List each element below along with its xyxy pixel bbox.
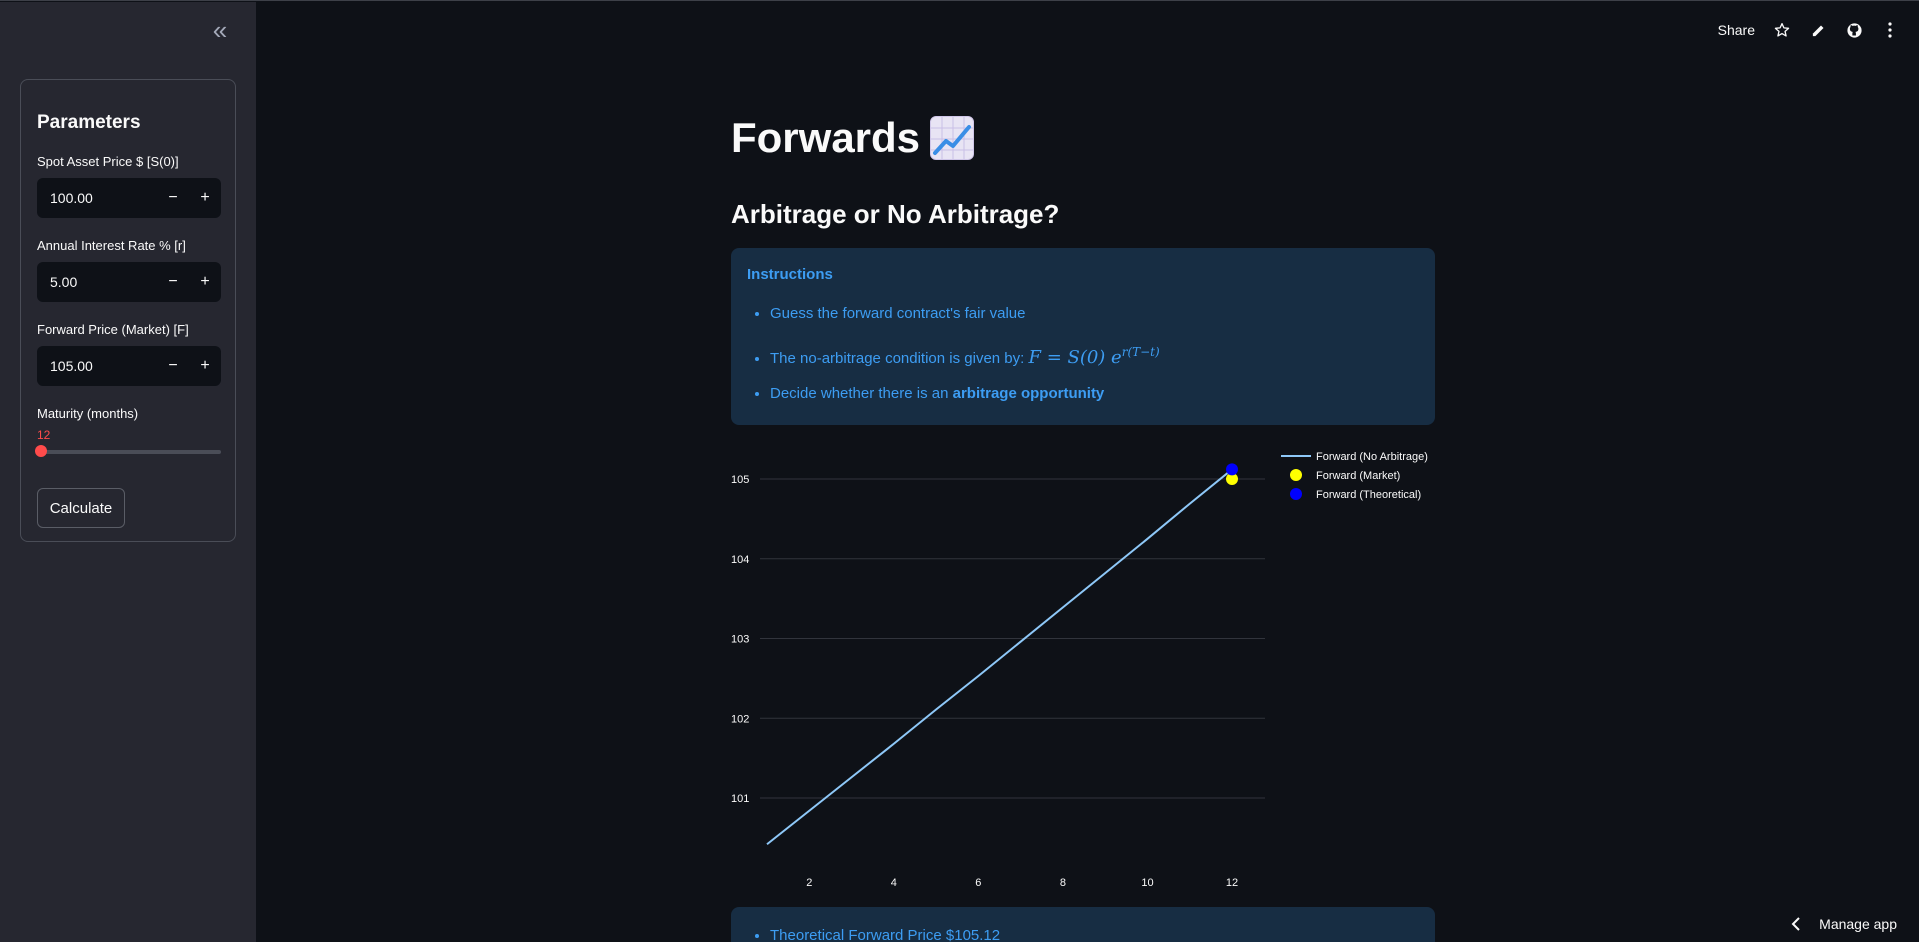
x-tick-label: 10	[1141, 877, 1153, 889]
forward-price-value[interactable]: 105.00	[37, 358, 157, 374]
interest-rate-increment-button[interactable]: +	[189, 262, 221, 302]
y-tick-label: 104	[731, 554, 749, 566]
theoretical-forward-point	[1226, 463, 1238, 476]
y-tick-label: 102	[731, 713, 749, 725]
interest-rate-decrement-button[interactable]: −	[157, 262, 189, 302]
list-item: The no-arbitrage condition is given by: …	[770, 345, 1160, 385]
list-item: Decide whether there is an arbitrage opp…	[770, 385, 1160, 425]
star-icon[interactable]	[1773, 21, 1791, 39]
section-subtitle: Arbitrage or No Arbitrage?	[731, 199, 1060, 229]
instructions-box: Instructions Guess the forward contract'…	[731, 248, 1435, 425]
forward-price-input: 105.00 − +	[37, 346, 221, 386]
y-tick-label: 101	[731, 793, 749, 805]
maturity-slider-value: 12	[37, 428, 51, 442]
instructions-title: Instructions	[747, 266, 833, 283]
legend-label: Forward (Theoretical)	[1316, 489, 1421, 501]
x-tick-label: 4	[891, 877, 897, 889]
list-item: Guess the forward contract's fair value	[770, 305, 1160, 345]
chevron-left-icon	[1791, 917, 1800, 931]
parameters-title: Parameters	[37, 112, 141, 133]
interest-rate-input: 5.00 − +	[37, 262, 221, 302]
collapse-sidebar-icon[interactable]: «	[208, 17, 232, 44]
forward-price-label: Forward Price (Market) [F]	[37, 322, 189, 337]
calculate-button[interactable]: Calculate	[37, 488, 125, 528]
maturity-slider-thumb[interactable]	[35, 445, 47, 457]
spot-price-decrement-button[interactable]: −	[157, 178, 189, 218]
no-arbitrage-line	[766, 468, 1233, 846]
legend-marker-swatch	[1290, 469, 1302, 481]
x-tick-label: 2	[806, 877, 812, 889]
legend-label: Forward (No Arbitrage)	[1316, 451, 1428, 463]
x-tick-label: 8	[1060, 877, 1066, 889]
y-tick-label: 105	[731, 474, 749, 486]
forward-price-chart: 101 102 103 104 105 2 4 6 8 10 12 Forward (No Arbit…	[731, 451, 1428, 889]
no-arbitrage-formula: F = S(0) er(T−t)	[1028, 345, 1160, 368]
list-item: Theoretical Forward Price $105.12	[770, 927, 1000, 942]
chart-increasing-icon	[930, 116, 975, 160]
spot-price-value[interactable]: 100.00	[37, 190, 157, 206]
interest-rate-label: Annual Interest Rate % [r]	[37, 238, 186, 253]
maturity-slider-track[interactable]	[37, 450, 221, 454]
top-toolbar: Share	[1718, 21, 1899, 39]
interest-rate-value[interactable]: 5.00	[37, 274, 157, 290]
y-tick-label: 103	[731, 634, 749, 646]
results-list: Theoretical Forward Price $105.12	[770, 927, 1000, 942]
manage-app-button[interactable]: Manage app	[1791, 916, 1897, 932]
page-title: Forwards	[731, 114, 975, 162]
manage-app-label: Manage app	[1819, 916, 1897, 932]
legend-marker-swatch	[1290, 488, 1302, 500]
parameters-form: Parameters Spot Asset Price $ [S(0)] 100…	[20, 79, 236, 542]
forward-price-increment-button[interactable]: +	[189, 346, 221, 386]
sidebar: « Parameters Spot Asset Price $ [S(0)] 1…	[0, 2, 256, 942]
more-vert-icon[interactable]	[1881, 21, 1899, 39]
x-tick-label: 6	[975, 877, 981, 889]
legend-label: Forward (Market)	[1316, 470, 1400, 482]
x-tick-label: 12	[1226, 877, 1238, 889]
share-button[interactable]: Share	[1718, 22, 1755, 38]
github-icon[interactable]	[1845, 21, 1863, 39]
maturity-label: Maturity (months)	[37, 406, 139, 421]
spot-price-label: Spot Asset Price $ [S(0)]	[37, 154, 179, 169]
instructions-list: Guess the forward contract's fair value …	[770, 305, 1160, 425]
spot-price-increment-button[interactable]: +	[189, 178, 221, 218]
result-box: Theoretical Forward Price $105.12	[731, 907, 1435, 942]
page-title-text: Forwards	[731, 114, 921, 161]
spot-price-input: 100.00 − +	[37, 178, 221, 218]
forward-price-decrement-button[interactable]: −	[157, 346, 189, 386]
pencil-icon[interactable]	[1809, 21, 1827, 39]
